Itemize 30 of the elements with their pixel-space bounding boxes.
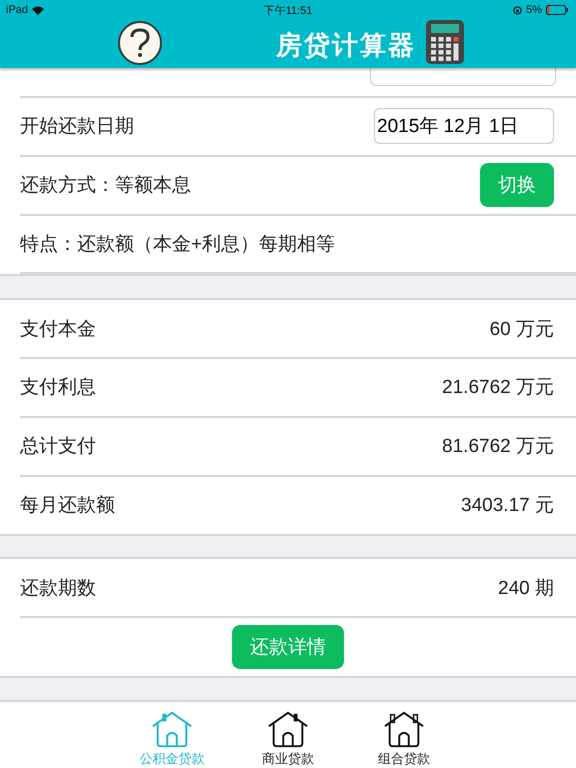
row-label: 开始还款日期 [20,115,134,140]
help-button[interactable] [118,21,162,65]
input-field[interactable] [370,68,556,86]
battery-icon [546,5,570,15]
battery-percent: 5% [526,4,542,16]
calculator-icon [426,20,464,64]
row-value: 60 万元 [490,318,554,342]
house-icon [151,710,193,750]
house-icon [383,710,425,750]
date-field[interactable]: 2015年 12月 1日 [374,108,554,144]
house-icon [267,710,309,750]
device-name: iPad [6,4,28,16]
rotation-lock-icon [513,6,522,14]
row-label: 还款方式：等额本息 [20,174,191,198]
row-value: 21.6762 万元 [442,376,554,400]
tab[interactable]: 商业贷款 [244,710,332,768]
tab[interactable]: 组合贷款 [360,710,448,768]
question-mark-icon [129,28,151,58]
row-value: 81.6762 万元 [442,435,554,460]
row-label: 特点：还款额（本金+利息）每期相等 [20,232,336,257]
row-label: 每月还款额 [20,494,115,518]
wifi-icon [32,6,44,14]
row-label: 总计支付 [20,435,96,460]
status-time: 下午11:51 [264,4,312,18]
row-label: 支付利息 [20,376,96,400]
app-title: 房贷计算器 [276,29,416,62]
row-label: 还款期数 [20,576,96,601]
row-label: 支付本金 [20,318,96,342]
row-value: 240 期 [498,576,554,601]
row-value: 3403.17 元 [461,494,554,518]
